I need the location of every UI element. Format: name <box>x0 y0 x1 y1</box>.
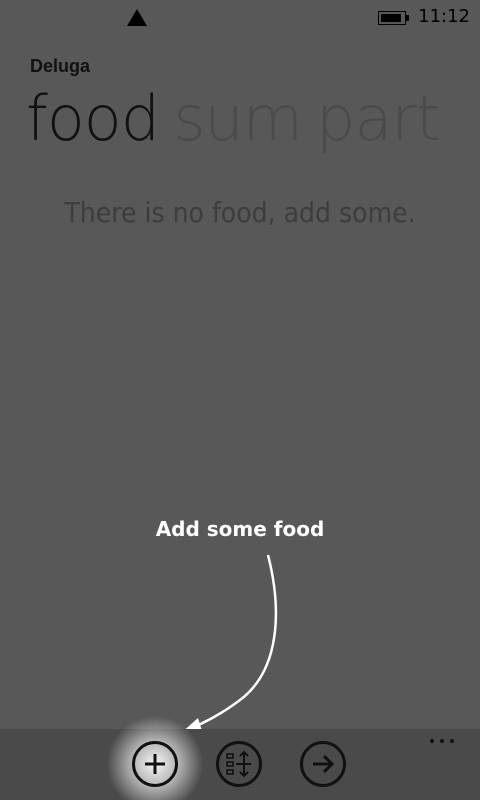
sort-icon <box>226 750 251 778</box>
status-bar: 11:12 <box>0 0 480 36</box>
add-button[interactable] <box>132 741 178 787</box>
screen: 11:12 Deluga food sum part There is no foo… <box>0 0 480 800</box>
more-icon[interactable] <box>430 739 456 745</box>
callout-arrow <box>180 554 278 734</box>
arrow-right-icon <box>313 754 335 774</box>
sort-button[interactable] <box>216 741 262 787</box>
app-title: Deluga <box>30 56 91 76</box>
pivot-item-part[interactable]: part <box>316 82 440 155</box>
add-icon <box>145 754 165 774</box>
pivot-item-food[interactable]: food <box>26 82 160 155</box>
clock: 11:12 <box>418 6 470 27</box>
tutorial-callout: Add some food <box>155 517 325 541</box>
signal-icon <box>127 9 147 26</box>
pivot-item-sum[interactable]: sum <box>173 82 303 155</box>
battery-icon <box>378 11 409 25</box>
app-bar <box>0 714 480 800</box>
empty-message: There is no food, add some. <box>64 196 416 229</box>
pivot-header: food sum part <box>26 82 453 155</box>
next-button[interactable] <box>300 741 346 787</box>
